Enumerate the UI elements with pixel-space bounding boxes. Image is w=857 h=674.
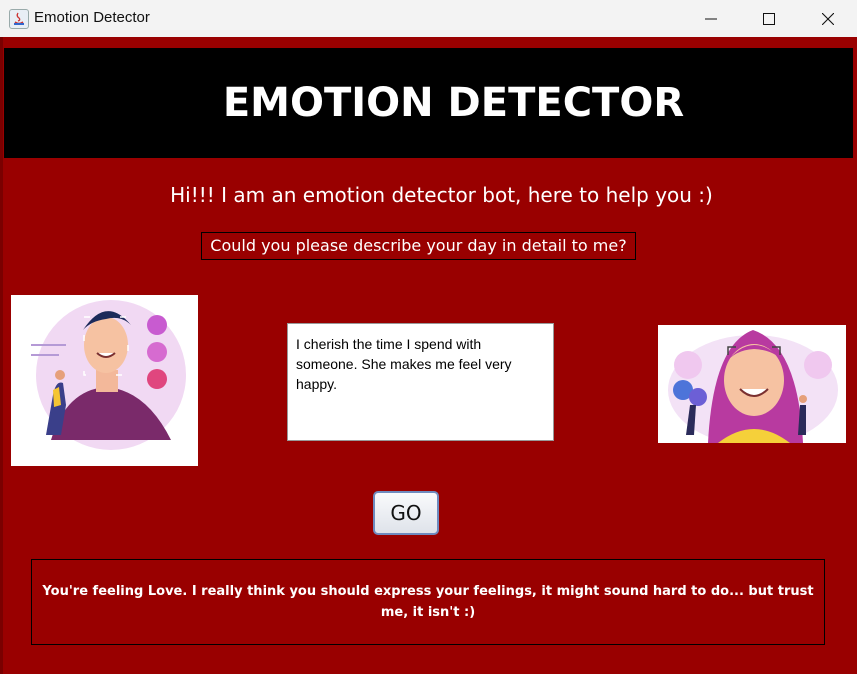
prompt-label: Could you please describe your day in de… xyxy=(201,232,636,260)
maximize-button[interactable] xyxy=(740,0,798,37)
close-button[interactable] xyxy=(799,0,857,37)
minimize-button[interactable] xyxy=(682,0,740,37)
header-banner: EMOTION DETECTOR xyxy=(4,48,853,158)
minimize-icon xyxy=(705,13,717,25)
response-box: You're feeling Love. I really think you … xyxy=(31,559,825,645)
java-icon xyxy=(9,9,29,29)
maximize-icon xyxy=(763,12,775,25)
response-text: You're feeling Love. I really think you … xyxy=(42,584,814,620)
greeting-text: Hi!!! I am an emotion detector bot, here… xyxy=(170,183,713,207)
face-scan-illustration-left xyxy=(11,295,198,466)
page-title: EMOTION DETECTOR xyxy=(222,80,685,126)
title-bar: Emotion Detector xyxy=(0,0,857,38)
window-title: Emotion Detector xyxy=(34,9,150,26)
close-icon xyxy=(822,12,834,25)
face-scan-illustration-right xyxy=(658,325,846,443)
go-button[interactable]: GO xyxy=(373,491,439,535)
day-description-input[interactable]: I cherish the time I spend with someone.… xyxy=(287,323,554,441)
